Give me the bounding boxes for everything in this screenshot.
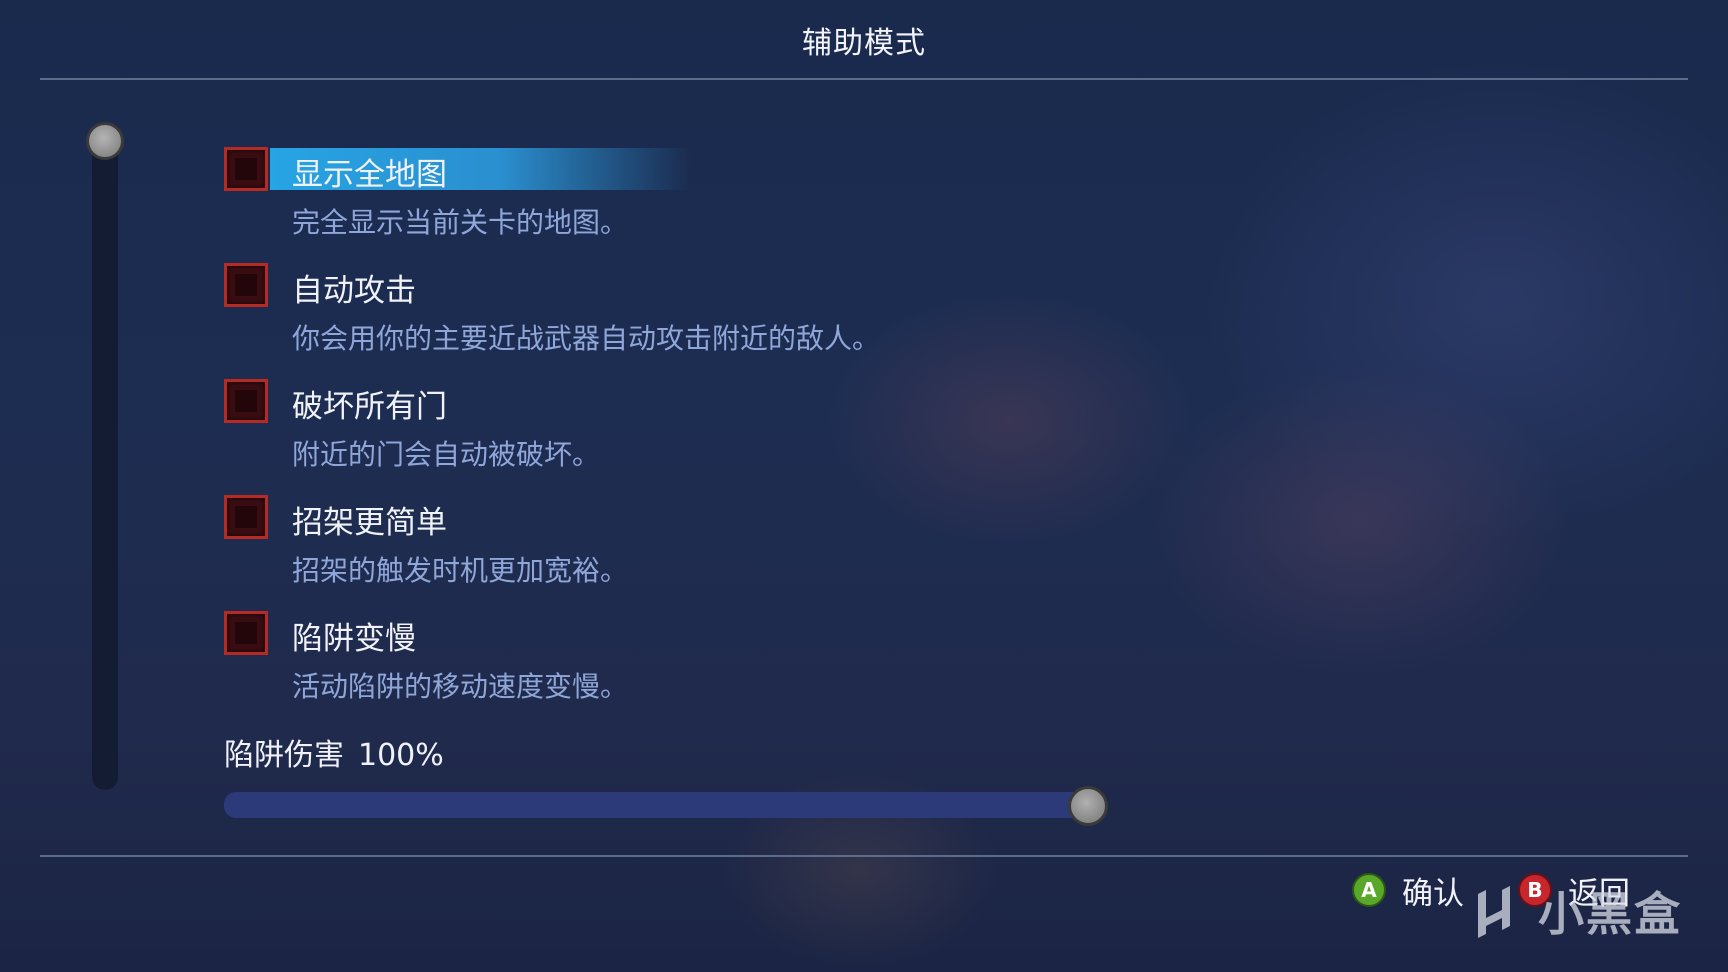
option-description: 你会用你的主要近战武器自动攻击附近的敌人。	[292, 322, 881, 355]
option-label: 显示全地图	[292, 157, 447, 193]
option-label: 招架更简单	[292, 505, 447, 541]
slider-label-text: 陷阱伤害	[224, 738, 344, 773]
vertical-scrollbar-thumb[interactable]	[86, 122, 124, 160]
confirm-button[interactable]: A 确认	[1352, 870, 1464, 912]
header-divider	[40, 78, 1688, 80]
page-title: 辅助模式	[802, 26, 926, 61]
option-easier-parry[interactable]: 招架更简单 招架的触发时机更加宽裕。	[224, 495, 1124, 605]
option-description: 招架的触发时机更加宽裕。	[292, 554, 629, 587]
trap-damage-label: 陷阱伤害 100%	[224, 730, 458, 774]
option-checkbox[interactable]	[224, 495, 268, 539]
option-description: 完全显示当前关卡的地图。	[292, 206, 629, 239]
confirm-label: 确认	[1402, 875, 1464, 912]
option-checkbox[interactable]	[224, 263, 268, 307]
option-checkbox[interactable]	[224, 147, 268, 191]
vertical-scrollbar-track[interactable]	[92, 140, 118, 790]
option-description: 活动陷阱的移动速度变慢。	[292, 670, 629, 703]
slider-value-text: 100%	[358, 738, 444, 773]
option-description: 附近的门会自动被破坏。	[292, 438, 601, 471]
a-button-icon: A	[1352, 873, 1386, 907]
option-checkbox[interactable]	[224, 611, 268, 655]
trap-damage-slider-track[interactable]	[224, 792, 1088, 818]
option-slower-traps[interactable]: 陷阱变慢 活动陷阱的移动速度变慢。	[224, 611, 1124, 721]
option-show-full-map[interactable]: 显示全地图 完全显示当前关卡的地图。	[224, 147, 1124, 257]
option-label: 自动攻击	[292, 273, 416, 309]
watermark-text: 小黑盒	[1538, 887, 1682, 941]
option-label: 陷阱变慢	[292, 621, 416, 657]
option-checkbox[interactable]	[224, 379, 268, 423]
heybox-logo-icon	[1478, 886, 1510, 938]
footer-divider	[40, 855, 1688, 857]
option-auto-attack[interactable]: 自动攻击 你会用你的主要近战武器自动攻击附近的敌人。	[224, 263, 1124, 373]
watermark: 小黑盒	[1468, 876, 1686, 946]
option-destroy-all-doors[interactable]: 破坏所有门 附近的门会自动被破坏。	[224, 379, 1124, 489]
trap-damage-slider-thumb[interactable]	[1068, 786, 1108, 826]
option-label: 破坏所有门	[292, 389, 447, 425]
